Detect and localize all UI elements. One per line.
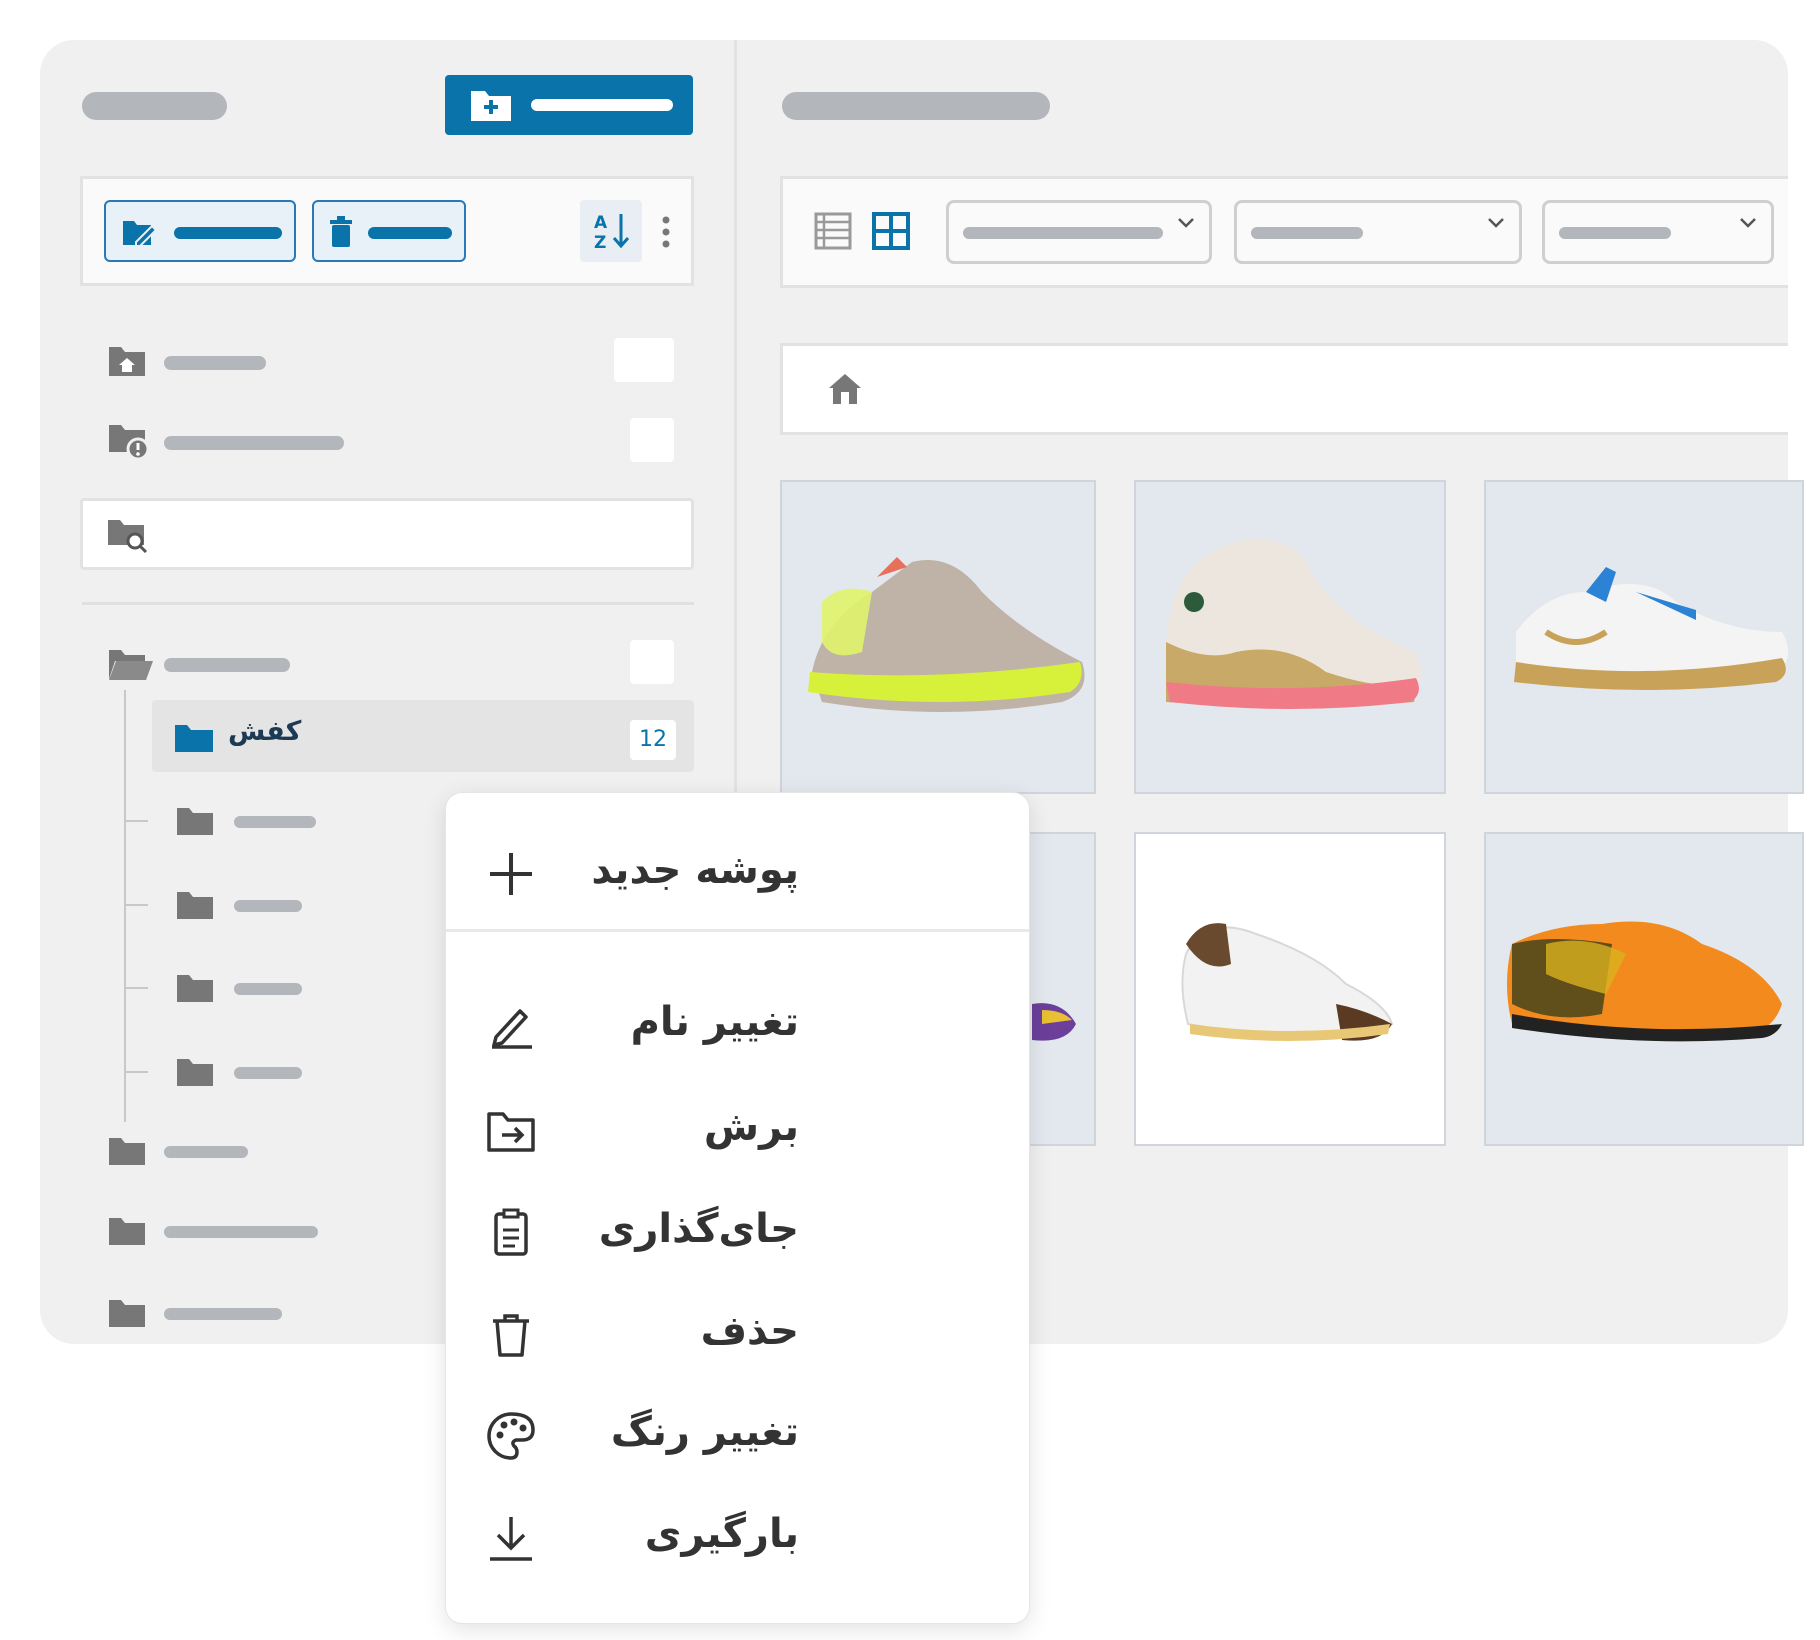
folder-icon: [176, 1057, 214, 1087]
content-title-placeholder: [782, 92, 1050, 120]
folder-icon: [108, 1216, 146, 1246]
sidebar-separator: [82, 602, 694, 605]
menu-item-label: برش: [703, 1104, 799, 1150]
chevron-down-icon: [1177, 217, 1195, 229]
sort-button[interactable]: A Z: [580, 200, 642, 262]
image-tile[interactable]: [780, 480, 1096, 794]
menu-item-label: پوشه جدید: [591, 847, 799, 893]
menu-item-cut[interactable]: برش: [446, 1086, 1029, 1176]
menu-item-paste[interactable]: جای‌گذاری: [446, 1188, 1029, 1278]
folder-row[interactable]: [100, 1210, 420, 1254]
folder-open-icon: [108, 648, 154, 682]
more-options-icon[interactable]: [660, 214, 672, 250]
subfolder-row[interactable]: [170, 884, 450, 928]
sneaker-thumbnail: [1507, 921, 1782, 1042]
subfolder-row[interactable]: [170, 800, 450, 844]
menu-item-label: جای‌گذاری: [598, 1206, 799, 1252]
menu-item-label: حذف: [700, 1308, 799, 1354]
menu-item-label: تغییر نام: [630, 999, 799, 1045]
svg-text:Z: Z: [594, 233, 606, 252]
folder-move-icon: [486, 1106, 536, 1156]
folder-home-icon: [108, 344, 148, 378]
menu-item-label: بارگیری: [644, 1511, 799, 1557]
folder-icon: [176, 890, 214, 920]
folder-row[interactable]: [100, 1292, 420, 1336]
folder-home-row[interactable]: [100, 334, 694, 390]
delete-folder-button[interactable]: [312, 200, 466, 262]
filter-dropdown[interactable]: [1542, 200, 1774, 264]
svg-text:A: A: [594, 213, 608, 233]
menu-item-label: تغییر رنگ: [610, 1409, 799, 1455]
sneaker-thumbnail: [1514, 567, 1789, 690]
folder-row[interactable]: [100, 1130, 420, 1174]
folder-icon: [108, 1298, 146, 1328]
rename-folder-button[interactable]: [104, 200, 296, 262]
chevron-down-icon: [1487, 217, 1505, 229]
new-folder-button[interactable]: [445, 75, 693, 135]
image-tile[interactable]: [1134, 832, 1446, 1146]
folder-item-label: کفش: [228, 716, 302, 747]
folder-edit-icon: [122, 218, 158, 248]
folder-search-input[interactable]: [80, 498, 694, 570]
trash-icon: [328, 216, 354, 248]
folder-icon: [108, 1136, 146, 1166]
folder-uncategorized-row[interactable]: [100, 414, 694, 470]
palette-icon: [486, 1411, 536, 1461]
folder-icon: [176, 973, 214, 1003]
sort-alpha-icon: A Z: [594, 210, 630, 252]
subfolder-row[interactable]: [170, 1051, 450, 1095]
subfolder-row[interactable]: [170, 967, 450, 1011]
menu-item-new-folder[interactable]: پوشه جدید: [446, 829, 1029, 919]
menu-item-change-color[interactable]: تغییر رنگ: [446, 1391, 1029, 1481]
folder-plus-icon: [469, 87, 513, 123]
grid-view-icon[interactable]: [872, 212, 910, 250]
menu-separator: [446, 929, 1029, 932]
list-view-icon[interactable]: [814, 212, 852, 250]
pencil-icon: [486, 1001, 536, 1051]
folder-icon: [176, 806, 214, 836]
image-tile[interactable]: [1484, 480, 1804, 794]
chevron-down-icon: [1739, 217, 1757, 229]
folder-selected-icon: [174, 722, 214, 754]
menu-item-delete[interactable]: حذف: [446, 1290, 1029, 1380]
sidebar-title-placeholder: [82, 92, 227, 120]
folder-search-icon: [107, 517, 149, 553]
home-icon[interactable]: [827, 372, 863, 406]
image-tile[interactable]: [1484, 832, 1804, 1146]
folder-parent-row[interactable]: [100, 636, 694, 692]
download-icon: [486, 1513, 536, 1563]
plus-icon: [486, 849, 536, 899]
folder-alert-icon: [108, 422, 150, 460]
menu-item-download[interactable]: بارگیری: [446, 1493, 1029, 1583]
context-menu: پوشه جدید تغییر نام برش جای‌گذاری حذف تغ…: [446, 793, 1029, 1623]
breadcrumb: [780, 343, 1788, 435]
trash-icon: [486, 1310, 536, 1360]
filter-dropdown[interactable]: [946, 200, 1212, 264]
image-tile[interactable]: [1134, 480, 1446, 794]
menu-item-rename[interactable]: تغییر نام: [446, 981, 1029, 1071]
sneaker-thumbnail: [1181, 923, 1394, 1041]
sneaker-thumbnail: [808, 557, 1085, 712]
folder-item-count: 12: [630, 720, 676, 760]
filter-dropdown[interactable]: [1234, 200, 1522, 264]
clipboard-icon: [486, 1208, 536, 1258]
sneaker-thumbnail: [1166, 539, 1422, 709]
